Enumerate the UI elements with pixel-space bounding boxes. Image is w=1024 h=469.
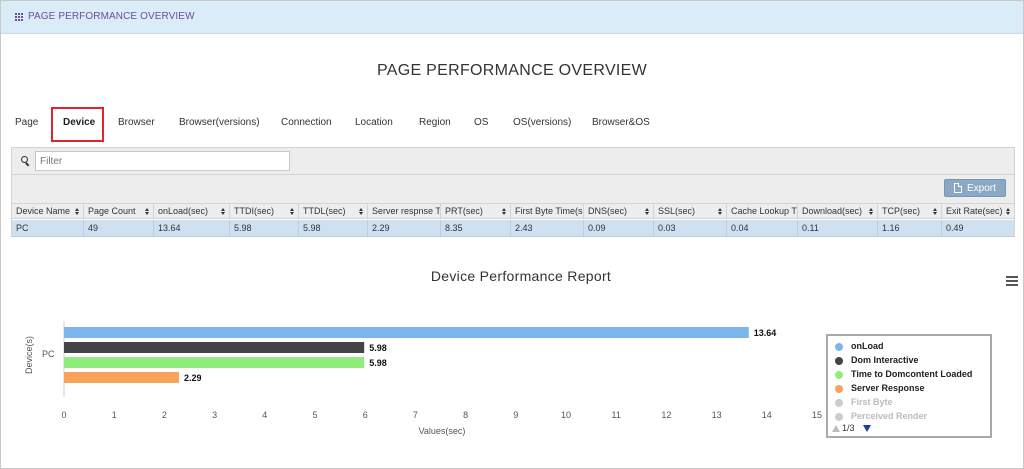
x-tick-label: 5 (312, 410, 317, 420)
x-tick-label: 7 (413, 410, 418, 420)
data-label: 5.98 (369, 343, 387, 353)
legend-marker (835, 343, 843, 351)
x-tick-label: 9 (513, 410, 518, 420)
x-tick-label: 10 (561, 410, 571, 420)
legend-marker (835, 371, 843, 379)
x-tick-label: 12 (661, 410, 671, 420)
legend-marker (835, 399, 843, 407)
x-tick-label: 8 (463, 410, 468, 420)
y-axis-title: Device(s) (24, 336, 34, 374)
data-label: 13.64 (754, 328, 777, 338)
legend-marker (835, 357, 843, 365)
y-tick-label: PC (42, 349, 55, 359)
legend-prev-icon[interactable] (832, 425, 840, 432)
x-tick-label: 2 (162, 410, 167, 420)
x-tick-label: 0 (61, 410, 66, 420)
x-tick-label: 6 (363, 410, 368, 420)
legend-marker (835, 413, 843, 421)
legend-next-icon[interactable] (863, 425, 871, 432)
bar[interactable] (64, 372, 179, 383)
data-label: 5.98 (369, 358, 387, 368)
x-tick-label: 11 (612, 410, 621, 420)
bar[interactable] (64, 327, 749, 338)
x-tick-label: 15 (812, 410, 822, 420)
data-label: 2.29 (184, 373, 202, 383)
x-tick-label: 4 (262, 410, 267, 420)
chart-legend: onLoad Dom Interactive Time to Domconten… (826, 334, 992, 438)
legend-marker (835, 385, 843, 393)
bar[interactable] (64, 357, 365, 368)
x-tick-label: 1 (112, 410, 117, 420)
legend-page-indicator: 1/3 (842, 423, 855, 433)
x-tick-label: 14 (762, 410, 772, 420)
x-tick-label: 3 (212, 410, 217, 420)
x-axis-title: Values(sec) (419, 426, 466, 436)
bar[interactable] (64, 342, 365, 353)
x-tick-label: 13 (712, 410, 722, 420)
